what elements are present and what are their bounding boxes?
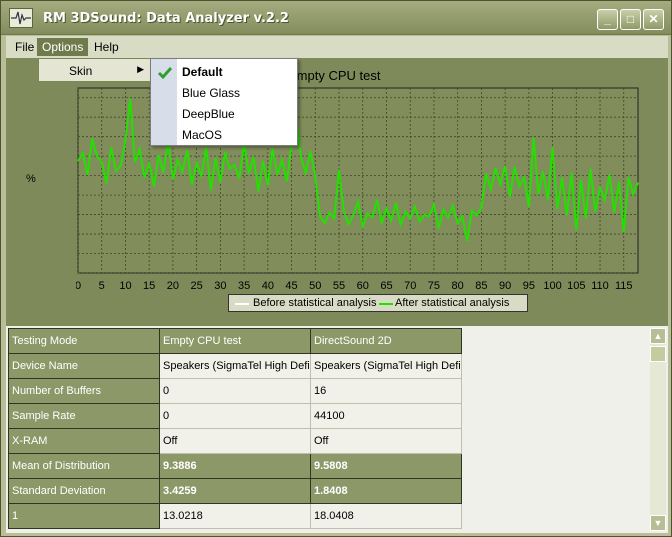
legend-after-swatch — [379, 303, 393, 305]
menu-file[interactable]: File — [10, 38, 39, 56]
results-table: Testing Mode Empty CPU test DirectSound 2D… — [8, 328, 462, 529]
cell-test-a[interactable]: 13.0218 — [159, 503, 311, 529]
x-tick-label: 110 — [591, 280, 609, 292]
x-tick-label: 75 — [428, 280, 440, 292]
table-row[interactable]: Number of Buffers 0 16 — [8, 378, 462, 404]
row-label[interactable]: Number of Buffers — [8, 378, 160, 404]
x-tick-label: 80 — [452, 280, 464, 292]
table-row[interactable]: Device Name Speakers (SigmaTel High Defin… — [8, 353, 462, 379]
legend-after-label: After statistical analysis — [395, 297, 510, 309]
scroll-thumb[interactable] — [650, 346, 666, 362]
menu-options[interactable]: Options — [37, 38, 89, 56]
cell-test-a[interactable]: 9.3886 — [159, 453, 311, 479]
row-label[interactable]: Standard Deviation — [8, 478, 160, 504]
x-tick-label: 85 — [475, 280, 487, 292]
cell-test-a[interactable]: 0 — [159, 403, 311, 429]
row-label[interactable]: Testing Mode — [8, 328, 160, 354]
x-tick-label: 55 — [333, 280, 345, 292]
cell-test-b[interactable]: 1.8408 — [310, 478, 462, 504]
waveform-icon — [9, 8, 33, 28]
table-row[interactable]: X-RAM Off Off — [8, 428, 462, 454]
cell-test-a[interactable]: Off — [159, 428, 311, 454]
results-grid[interactable]: Testing Mode Empty CPU test DirectSound 2D… — [6, 326, 668, 533]
x-tick-label: 40 — [262, 280, 274, 292]
x-tick-label: 5 — [99, 280, 105, 292]
vertical-scrollbar[interactable]: ▲ ▼ — [650, 328, 666, 531]
x-tick-label: 65 — [380, 280, 392, 292]
x-tick-label: 105 — [567, 280, 585, 292]
y-axis-label: % — [26, 173, 36, 185]
skin-submenu: Default Blue Glass DeepBlue MacOS — [150, 58, 298, 146]
cell-test-a[interactable]: Speakers (SigmaTel High Defin — [159, 353, 311, 379]
x-tick-label: 0 — [76, 280, 81, 292]
cell-test-a[interactable]: 3.4259 — [159, 478, 311, 504]
scroll-down-button[interactable]: ▼ — [650, 515, 666, 531]
row-label[interactable]: X-RAM — [8, 428, 160, 454]
table-row[interactable]: 1 13.0218 18.0408 — [8, 503, 462, 529]
x-tick-label: 10 — [119, 280, 131, 292]
close-button[interactable]: ✕ — [643, 9, 664, 30]
skin-option-deepblue[interactable]: DeepBlue — [182, 107, 235, 125]
cell-test-b[interactable]: DirectSound 2D — [310, 328, 462, 354]
window-title: RM 3DSound: Data Analyzer v.2.2 — [43, 11, 289, 26]
row-label[interactable]: Device Name — [8, 353, 160, 379]
skin-option-macos[interactable]: MacOS — [182, 128, 222, 146]
x-tick-label: 15 — [143, 280, 155, 292]
row-label[interactable]: 1 — [8, 503, 160, 529]
cell-test-b[interactable]: 16 — [310, 378, 462, 404]
scroll-up-button[interactable]: ▲ — [650, 328, 666, 344]
skin-option-blue-glass[interactable]: Blue Glass — [182, 86, 240, 104]
chart-panel: Empty CPU test % 02468101214161805101520… — [6, 58, 668, 326]
row-label[interactable]: Sample Rate — [8, 403, 160, 429]
legend-before-swatch — [235, 303, 249, 305]
table-row[interactable]: Mean of Distribution 9.3886 9.5808 — [8, 453, 462, 479]
skin-option-default[interactable]: Default — [182, 65, 223, 83]
x-tick-label: 50 — [309, 280, 321, 292]
table-row[interactable]: Sample Rate 0 44100 — [8, 403, 462, 429]
cell-test-a[interactable]: Empty CPU test — [159, 328, 311, 354]
x-tick-label: 35 — [238, 280, 250, 292]
cell-test-b[interactable]: 9.5808 — [310, 453, 462, 479]
chart-title: Empty CPU test — [288, 68, 381, 83]
checkmark-icon — [157, 67, 173, 80]
chevron-right-icon: ▶ — [137, 64, 144, 74]
minimize-button[interactable]: _ — [597, 9, 618, 30]
x-tick-label: 90 — [499, 280, 511, 292]
x-tick-label: 95 — [523, 280, 535, 292]
cell-test-b[interactable]: 44100 — [310, 403, 462, 429]
x-tick-label: 30 — [214, 280, 226, 292]
chart-legend: Before statistical analysis After statis… — [228, 294, 528, 312]
menu-item-skin-label: Skin — [69, 64, 93, 78]
row-label[interactable]: Mean of Distribution — [8, 453, 160, 479]
legend-before-label: Before statistical analysis — [253, 297, 377, 309]
x-tick-label: 25 — [191, 280, 203, 292]
menu-help[interactable]: Help — [89, 38, 124, 56]
cell-test-b[interactable]: 18.0408 — [310, 503, 462, 529]
x-tick-label: 20 — [167, 280, 179, 292]
cell-test-b[interactable]: Off — [310, 428, 462, 454]
cell-test-a[interactable]: 0 — [159, 378, 311, 404]
x-tick-label: 100 — [543, 280, 561, 292]
table-row[interactable]: Testing Mode Empty CPU test DirectSound 2D — [8, 328, 462, 354]
menu-bar: File Options Help — [6, 36, 668, 58]
maximize-button[interactable]: □ — [620, 9, 641, 30]
table-row[interactable]: Standard Deviation 3.4259 1.8408 — [8, 478, 462, 504]
x-tick-label: 45 — [285, 280, 297, 292]
x-tick-label: 60 — [357, 280, 369, 292]
menu-item-skin[interactable]: Skin ▶ — [38, 58, 151, 82]
cell-test-b[interactable]: Speakers (SigmaTel High Defin — [310, 353, 462, 379]
app-window: RM 3DSound: Data Analyzer v.2.2 _ □ ✕ Fi… — [0, 0, 672, 537]
x-tick-label: 115 — [615, 280, 633, 292]
title-bar[interactable]: RM 3DSound: Data Analyzer v.2.2 _ □ ✕ — [1, 1, 671, 35]
x-tick-label: 70 — [404, 280, 416, 292]
